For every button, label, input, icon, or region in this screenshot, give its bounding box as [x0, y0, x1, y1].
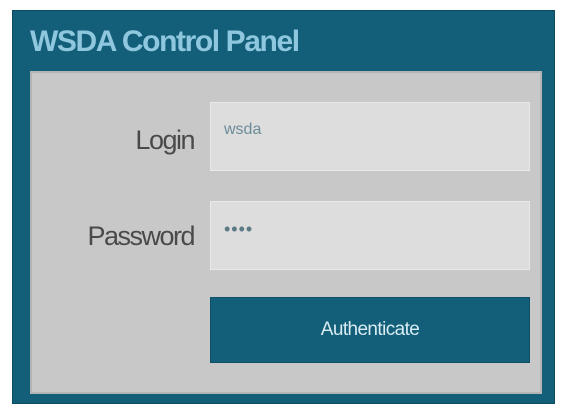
authenticate-button[interactable]: Authenticate: [210, 297, 530, 363]
login-form: Login wsda Password •••• Authenticate: [30, 71, 542, 394]
password-label: Password: [87, 221, 195, 251]
panel-title: WSDA Control Panel: [30, 25, 300, 58]
password-field[interactable]: ••••: [210, 201, 530, 270]
control-panel: WSDA Control Panel Login wsda Password •…: [12, 10, 555, 404]
login-field[interactable]: wsda: [210, 102, 530, 171]
login-label: Login: [135, 125, 195, 155]
